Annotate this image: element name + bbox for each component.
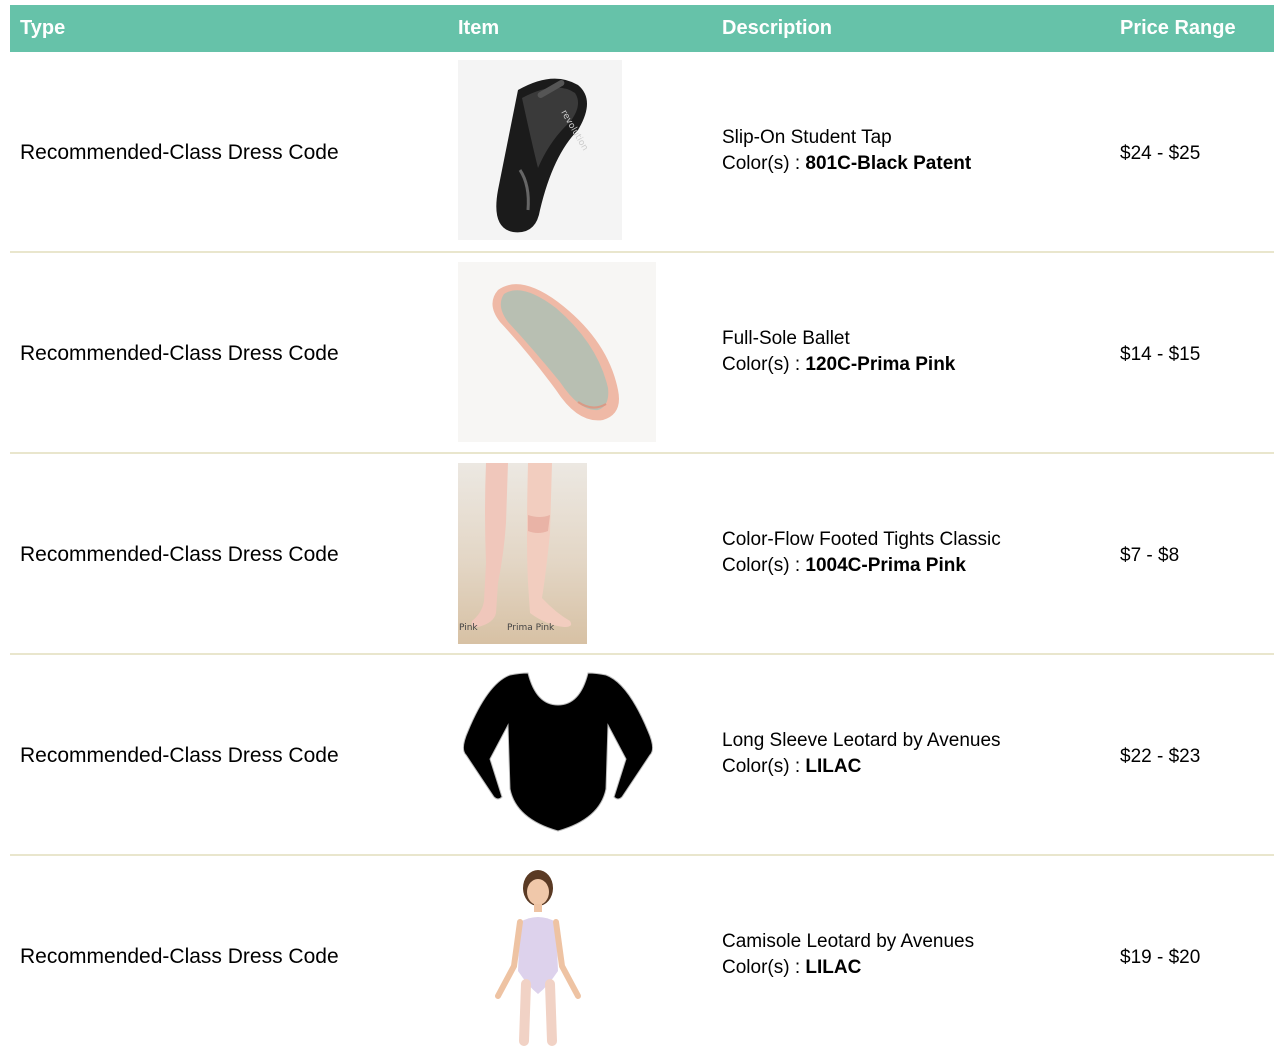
color-value: 120C-Prima Pink xyxy=(805,354,956,375)
tights-caption-pink: Pink xyxy=(459,623,478,633)
header-description: Description xyxy=(722,17,833,39)
table-row: Recommended-Class Dress Code Long Sleeve… xyxy=(10,655,1274,856)
price-cell: $22 - $23 xyxy=(1120,746,1201,767)
color-value: LILAC xyxy=(805,756,862,777)
item-image-black-long-sleeve-leotard xyxy=(458,669,658,844)
type-cell: Recommended-Class Dress Code xyxy=(20,744,339,767)
color-label: Color(s) : xyxy=(722,354,806,375)
description-cell: Long Sleeve Leotard by Avenues Color(s) … xyxy=(722,728,1001,780)
item-image-girl-in-lilac-camisole-leotard xyxy=(478,866,598,1051)
price-cell: $7 - $8 xyxy=(1120,545,1180,566)
type-cell: Recommended-Class Dress Code xyxy=(20,543,339,566)
description-cell: Slip-On Student Tap Color(s) : 801C-Blac… xyxy=(722,125,971,177)
color-label: Color(s) : xyxy=(722,957,806,978)
type-cell: Recommended-Class Dress Code xyxy=(20,342,339,365)
price-cell: $14 - $15 xyxy=(1120,344,1201,365)
color-label: Color(s) : xyxy=(722,756,806,777)
color-label: Color(s) : xyxy=(722,153,806,174)
table-row: Recommended-Class Dress Code revolution … xyxy=(10,52,1274,253)
table-row: Recommended-Class Dress Code Pink Prima … xyxy=(10,454,1274,655)
color-value: 1004C-Prima Pink xyxy=(805,555,966,576)
type-cell: Recommended-Class Dress Code xyxy=(20,141,339,164)
item-color: Color(s) : 120C-Prima Pink xyxy=(722,352,955,378)
item-color: Color(s) : 801C-Black Patent xyxy=(722,151,971,177)
price-cell: $19 - $20 xyxy=(1120,947,1201,968)
item-name: Color-Flow Footed Tights Classic xyxy=(722,529,1001,550)
dress-code-table: Type Item Description Price Range Recomm… xyxy=(10,5,1274,1057)
type-cell: Recommended-Class Dress Code xyxy=(20,945,339,968)
item-color: Color(s) : 1004C-Prima Pink xyxy=(722,553,1001,579)
header-item: Item xyxy=(458,17,500,39)
table-row: Recommended-Class Dress Code Camisole Le… xyxy=(10,856,1274,1057)
description-cell: Full-Sole Ballet Color(s) : 120C-Prima P… xyxy=(722,326,955,378)
item-name: Camisole Leotard by Avenues xyxy=(722,931,975,952)
header-price-range: Price Range xyxy=(1120,17,1236,39)
item-image-pink-ballet-slipper xyxy=(458,262,656,447)
color-value: LILAC xyxy=(805,957,862,978)
tights-caption-prima-pink: Prima Pink xyxy=(507,623,555,633)
color-value: 801C-Black Patent xyxy=(805,153,972,174)
table-header: Type Item Description Price Range xyxy=(10,5,1274,52)
item-color: Color(s) : LILAC xyxy=(722,754,1001,780)
item-name: Long Sleeve Leotard by Avenues xyxy=(722,730,1001,751)
header-type: Type xyxy=(20,17,66,39)
table-row: Recommended-Class Dress Code Full-Sole B… xyxy=(10,253,1274,454)
description-cell: Camisole Leotard by Avenues Color(s) : L… xyxy=(722,929,974,981)
item-name: Slip-On Student Tap xyxy=(722,127,892,148)
price-cell: $24 - $25 xyxy=(1120,143,1201,164)
item-name: Full-Sole Ballet xyxy=(722,328,850,349)
item-color: Color(s) : LILAC xyxy=(722,955,974,981)
item-image-footed-tights-photo: Pink Prima Pink xyxy=(458,463,587,644)
item-image-black-patent-tap-shoe: revolution xyxy=(458,60,622,245)
description-cell: Color-Flow Footed Tights Classic Color(s… xyxy=(722,527,1001,579)
color-label: Color(s) : xyxy=(722,555,806,576)
